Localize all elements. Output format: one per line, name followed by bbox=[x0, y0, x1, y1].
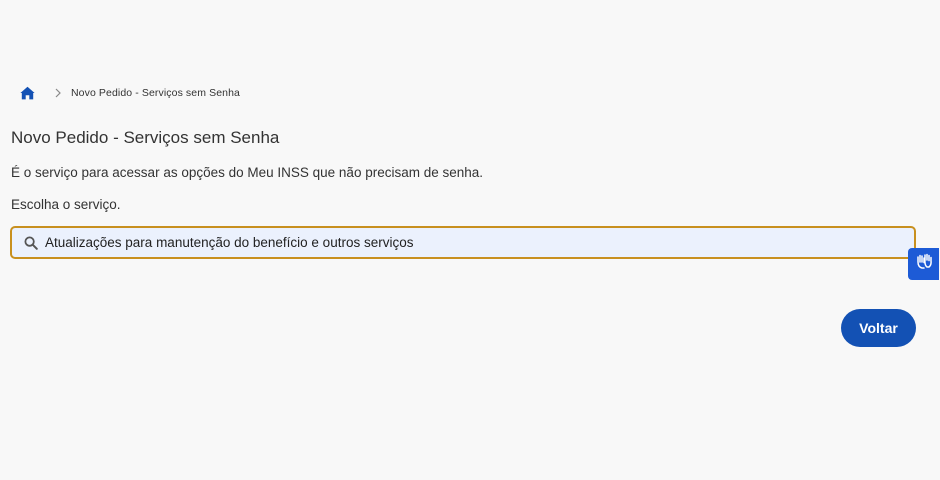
service-search-input[interactable] bbox=[45, 228, 914, 257]
accessibility-widget-button[interactable] bbox=[908, 248, 939, 280]
page-description: É o serviço para acessar as opções do Me… bbox=[11, 165, 484, 180]
service-search-box[interactable] bbox=[10, 226, 916, 259]
sign-language-hands-icon bbox=[914, 252, 934, 277]
breadcrumb: Novo Pedido - Serviços sem Senha bbox=[20, 84, 240, 102]
page-title: Novo Pedido - Serviços sem Senha bbox=[11, 128, 280, 147]
back-button[interactable]: Voltar bbox=[841, 309, 916, 347]
home-icon[interactable] bbox=[20, 86, 35, 100]
search-icon bbox=[24, 236, 38, 250]
breadcrumb-current: Novo Pedido - Serviços sem Senha bbox=[71, 87, 240, 99]
chevron-right-icon bbox=[55, 87, 65, 99]
instruction-text: Escolha o serviço. bbox=[11, 197, 121, 212]
